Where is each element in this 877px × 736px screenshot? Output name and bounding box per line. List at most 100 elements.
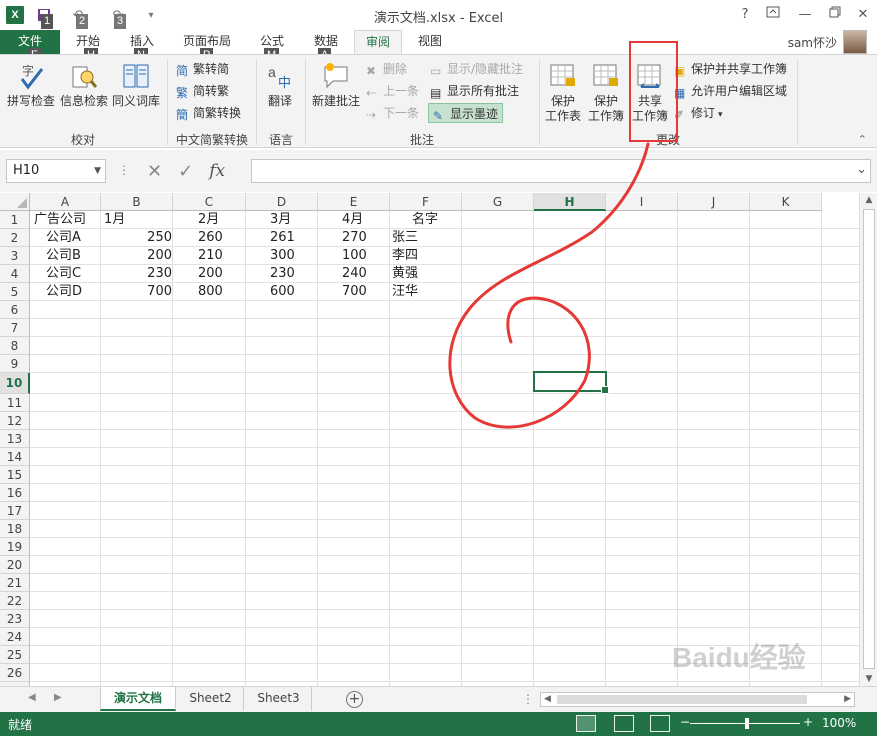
cell-e4[interactable]: 240 — [342, 265, 367, 283]
column-header-g[interactable]: G — [462, 193, 534, 211]
convert-button[interactable]: 簡简繁转换 — [176, 103, 241, 123]
row-header-24[interactable]: 24 — [0, 628, 30, 646]
sheet-next-icon[interactable]: ▶ — [54, 692, 62, 703]
row-header-11[interactable]: 11 — [0, 394, 30, 412]
help-button[interactable]: ? — [734, 5, 756, 25]
cell-c4[interactable]: 200 — [198, 265, 223, 283]
vertical-scrollbar[interactable]: ▲ ▼ — [859, 193, 877, 686]
ribbon-display-icon[interactable] — [762, 5, 784, 25]
sheet-tab-demo[interactable]: 演示文档 — [100, 687, 176, 711]
row-header-21[interactable]: 21 — [0, 574, 30, 592]
column-header-b[interactable]: B — [101, 193, 173, 211]
column-header-d[interactable]: D — [246, 193, 318, 211]
cell-e1[interactable]: 4月 — [342, 211, 363, 229]
name-box-dropdown-icon[interactable]: ▼ — [94, 160, 101, 182]
track-changes-button[interactable]: ✐ 修订 ▾ — [674, 103, 723, 123]
row-header-20[interactable]: 20 — [0, 556, 30, 574]
cell-b1[interactable]: 1月 — [104, 211, 125, 229]
horizontal-scroll-thumb[interactable] — [557, 695, 807, 704]
column-header-i[interactable]: I — [606, 193, 678, 211]
row-header-14[interactable]: 14 — [0, 448, 30, 466]
cell-f3[interactable]: 李四 — [392, 247, 418, 265]
add-sheet-icon[interactable]: + — [346, 691, 363, 708]
normal-view-icon[interactable] — [576, 715, 596, 732]
row-header-9[interactable]: 9 — [0, 355, 30, 373]
more-icon[interactable]: ⋮ — [118, 163, 130, 177]
horizontal-scrollbar[interactable]: ◀ ▶ — [540, 692, 855, 707]
row-header-7[interactable]: 7 — [0, 319, 30, 337]
row-header-26[interactable]: 26 — [0, 664, 30, 682]
select-all-button[interactable] — [0, 193, 30, 211]
spell-check-button[interactable]: 字 拼写检查 — [4, 61, 58, 109]
maximize-icon[interactable] — [824, 5, 846, 25]
column-header-e[interactable]: E — [318, 193, 390, 211]
row-header-4[interactable]: 4 — [0, 265, 30, 283]
formula-input[interactable]: ⌄ — [251, 159, 871, 183]
cell-d3[interactable]: 300 — [270, 247, 295, 265]
show-all-comments-button[interactable]: ▤ 显示所有批注 — [430, 81, 519, 101]
vertical-scroll-thumb[interactable] — [863, 209, 875, 669]
insert-function-button[interactable]: fx — [209, 161, 225, 181]
protect-share-button[interactable]: ▣ 保护并共享工作簿 — [674, 59, 787, 79]
to-traditional-button[interactable]: 繁简转繁 — [176, 81, 229, 101]
zoom-in-icon[interactable]: + — [803, 715, 813, 729]
cell-e3[interactable]: 100 — [342, 247, 367, 265]
row-header-23[interactable]: 23 — [0, 610, 30, 628]
page-break-view-icon[interactable] — [650, 715, 670, 732]
row-header-13[interactable]: 13 — [0, 430, 30, 448]
row-header-8[interactable]: 8 — [0, 337, 30, 355]
scroll-left-icon[interactable]: ◀ — [544, 693, 551, 706]
worksheet-grid[interactable]: ABCDEFGHIJK 1 2 3 4 5 6 7 8 9 10 11 12 13 14 15 16 17 18 1… — [0, 193, 859, 686]
cell-e5[interactable]: 700 — [342, 283, 367, 301]
cell-c3[interactable]: 210 — [198, 247, 223, 265]
tab-review[interactable]: 审阅 — [354, 30, 402, 54]
row-header-15[interactable]: 15 — [0, 466, 30, 484]
cell-c5[interactable]: 800 — [198, 283, 223, 301]
allow-edit-ranges-button[interactable]: ▦ 允许用户编辑区域 — [674, 81, 787, 101]
column-header-f[interactable]: F — [390, 193, 462, 211]
cell-e2[interactable]: 270 — [342, 229, 367, 247]
split-handle-icon[interactable]: ⋮ — [522, 692, 534, 706]
row-header-22[interactable]: 22 — [0, 592, 30, 610]
cell-b4[interactable]: 230 — [102, 265, 172, 283]
zoom-out-icon[interactable]: − — [680, 715, 690, 729]
row-header-6[interactable]: 6 — [0, 301, 30, 319]
cell-c1[interactable]: 2月 — [198, 211, 219, 229]
cell-a4[interactable]: 公司C — [46, 265, 81, 283]
row-header-10[interactable]: 10 — [0, 373, 30, 394]
column-header-h[interactable]: H — [534, 193, 606, 211]
to-simplified-button[interactable]: 简繁转简 — [176, 59, 229, 79]
scroll-down-icon[interactable]: ▼ — [860, 674, 877, 684]
minimize-icon[interactable]: — — [794, 5, 816, 25]
row-header-17[interactable]: 17 — [0, 502, 30, 520]
sheet-tab-sheet3[interactable]: Sheet3 — [246, 687, 312, 711]
page-layout-view-icon[interactable] — [614, 715, 634, 732]
cell-d5[interactable]: 600 — [270, 283, 295, 301]
row-header-2[interactable]: 2 — [0, 229, 30, 247]
row-header-12[interactable]: 12 — [0, 412, 30, 430]
research-button[interactable]: 信息检索 — [58, 61, 110, 109]
cell-a3[interactable]: 公司B — [46, 247, 81, 265]
previous-comment-button[interactable]: ⇠ 上一条 — [366, 81, 419, 101]
column-header-j[interactable]: J — [678, 193, 750, 211]
sheet-prev-icon[interactable]: ◀ — [28, 692, 36, 703]
cell-f2[interactable]: 张三 — [392, 229, 418, 247]
cell-d1[interactable]: 3月 — [270, 211, 291, 229]
cell-d4[interactable]: 230 — [270, 265, 295, 283]
cell-a2[interactable]: 公司A — [46, 229, 81, 247]
row-header-1[interactable]: 1 — [0, 211, 30, 229]
zoom-slider-thumb[interactable] — [745, 718, 749, 729]
cell-a5[interactable]: 公司D — [46, 283, 82, 301]
close-icon[interactable]: ✕ — [852, 5, 874, 25]
translate-button[interactable]: a中 翻译 — [262, 61, 298, 109]
delete-comment-button[interactable]: ✖ 删除 — [366, 59, 407, 79]
column-header-c[interactable]: C — [173, 193, 246, 211]
new-comment-button[interactable]: 新建批注 — [310, 61, 362, 109]
tab-view[interactable]: 视图 — [408, 30, 452, 54]
column-header-a[interactable]: A — [30, 193, 101, 211]
cell-b3[interactable]: 200 — [102, 247, 172, 265]
name-box[interactable]: H10 ▼ — [6, 159, 106, 183]
zoom-level[interactable]: 100% — [822, 716, 856, 730]
cell-b2[interactable]: 250 — [102, 229, 172, 247]
show-hide-comment-button[interactable]: ▭ 显示/隐藏批注 — [430, 59, 523, 79]
